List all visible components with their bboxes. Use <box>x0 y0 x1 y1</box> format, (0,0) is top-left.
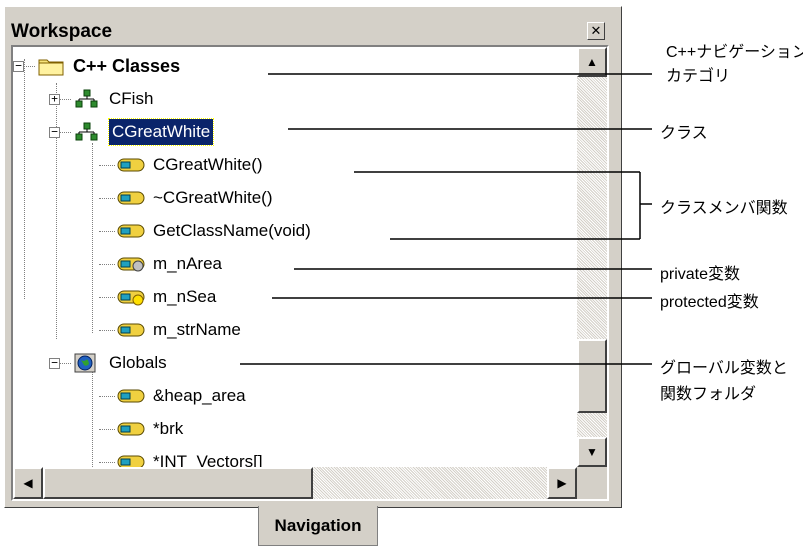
annotation-nav-category-line2: カテゴリ <box>666 68 731 85</box>
annotation-global-line2: 関数フォルダ <box>660 386 757 403</box>
annotation-private-variable: private変数 <box>660 266 741 283</box>
annotation-nav-category-line1: C++ナビゲーション <box>666 44 803 61</box>
annotation-member-function: クラスメンバ関数 <box>660 200 788 217</box>
annotation-global-line1: グローバル変数と <box>660 360 788 377</box>
annotation-class: クラス <box>660 125 708 142</box>
annotation-protected-variable: protected変数 <box>660 294 759 311</box>
